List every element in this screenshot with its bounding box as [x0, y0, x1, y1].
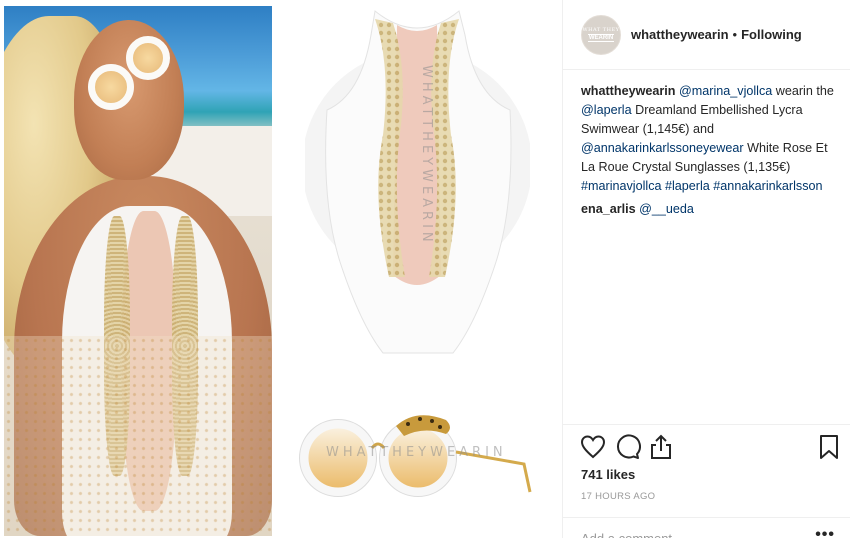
avatar-line-2: WEARIN — [587, 34, 615, 42]
share-icon[interactable] — [647, 433, 675, 461]
photo-sunglasses-right-lens — [126, 36, 170, 80]
comment-item: ena_arlis @__ueda — [581, 200, 843, 219]
following-button[interactable]: Following — [741, 27, 802, 42]
mention-link[interactable]: @__ueda — [639, 202, 694, 216]
heart-icon[interactable] — [579, 433, 607, 461]
action-row — [577, 433, 843, 463]
bookmark-icon[interactable] — [815, 433, 843, 461]
avatar[interactable]: WHAT THEY WEARIN — [581, 14, 621, 55]
caption-text: wearin the — [772, 84, 834, 98]
mention-link[interactable]: @annakarinkarlssoneyewear — [581, 141, 744, 155]
mention-link[interactable]: @marina_vjollca — [679, 84, 772, 98]
glasses-watermark: WHATTHEYWEARIN — [326, 445, 507, 460]
comment-username-link[interactable]: ena_arlis — [581, 202, 636, 216]
post-timestamp[interactable]: 17 HOURS AGO — [581, 491, 655, 502]
suit-watermark: WHATTHEYWEARIN — [419, 65, 434, 246]
sunglasses-product-image: WHATTHEYWEARIN — [299, 415, 532, 497]
likes-count[interactable]: 741 likes — [581, 467, 635, 482]
avatar-line-1: WHAT THEY — [582, 27, 620, 33]
add-comment-bar: ••• — [563, 517, 850, 538]
post-media[interactable]: WHATTHEYWEARIN WHATTHEYWEARIN — [0, 0, 562, 538]
header-username-link[interactable]: whattheywearin — [631, 27, 729, 42]
header-separator: • — [732, 27, 738, 42]
caption-username-link[interactable]: whattheywearin — [581, 84, 675, 98]
photo-sequin-veil — [4, 336, 272, 536]
model-photo — [4, 6, 272, 536]
more-options-button[interactable]: ••• — [815, 526, 835, 538]
swimsuit-product-image: WHATTHEYWEARIN — [305, 10, 530, 354]
photo-sunglasses-left-lens — [88, 64, 134, 110]
comment-icon[interactable] — [613, 433, 641, 461]
post-caption: whattheywearin @marina_vjollca wearin th… — [581, 82, 843, 196]
post-header: WHAT THEY WEARIN whattheywearin • Followin… — [563, 0, 850, 70]
post-actions: 741 likes 17 HOURS AGO ••• — [563, 424, 850, 538]
comments-list: whattheywearin @marina_vjollca wearin th… — [581, 82, 843, 219]
header-text: whattheywearin • Following — [631, 27, 802, 42]
hashtag-links[interactable]: #marinavjollca #laperla #annakarinkarlss… — [581, 179, 823, 193]
post-sidebar: WHAT THEY WEARIN whattheywearin • Followin… — [562, 0, 850, 538]
add-comment-input[interactable] — [581, 528, 801, 538]
mention-link[interactable]: @laperla — [581, 103, 632, 117]
